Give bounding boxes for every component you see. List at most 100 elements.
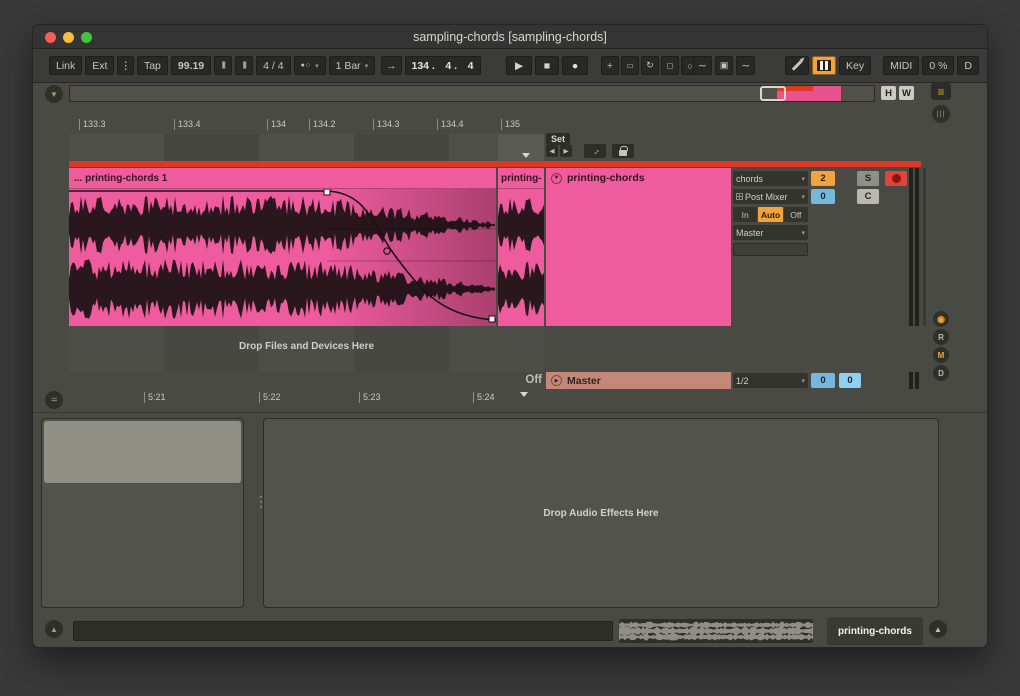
- groove-quantize-menu[interactable]: 1 Bar ▾: [329, 56, 376, 75]
- midi-map-button[interactable]: MIDI: [883, 56, 919, 75]
- optimize-width-button[interactable]: W: [899, 86, 914, 100]
- mixer-toggle[interactable]: M: [933, 347, 949, 363]
- zoom-button[interactable]: [81, 32, 92, 43]
- track-delay-field[interactable]: [733, 243, 808, 256]
- track-pan-value[interactable]: 0: [811, 189, 835, 204]
- monitor-auto-button[interactable]: Auto: [758, 207, 782, 222]
- ext-button[interactable]: Ext: [85, 56, 114, 75]
- vertical-scrollbar[interactable]: [923, 168, 926, 326]
- pencil-icon[interactable]: [785, 56, 809, 75]
- set-button[interactable]: Set: [546, 133, 570, 145]
- returns-toggle[interactable]: R: [933, 329, 949, 345]
- clip-info-box: [44, 421, 241, 483]
- time-signature-field[interactable]: 4 / 4: [256, 56, 290, 75]
- stop-button[interactable]: ■: [535, 56, 559, 75]
- key-map-button[interactable]: Key: [839, 56, 871, 75]
- control-bar: Link Ext ⋮ Tap 99.19 |||| |||| 4 / 4 ●○ …: [33, 49, 987, 83]
- clip-view-panel[interactable]: [41, 418, 244, 608]
- output-chooser[interactable]: Master ▾: [733, 225, 808, 240]
- next-marker-button[interactable]: ▶: [560, 145, 572, 157]
- master-chooser[interactable]: 1/2 ▾: [733, 373, 808, 388]
- arrangement-overview[interactable]: [69, 85, 875, 102]
- track-drop-area[interactable]: Drop Files and Devices Here: [69, 326, 544, 372]
- automation-wave-icon[interactable]: ∼: [693, 56, 712, 75]
- io-toggle[interactable]: ◉: [933, 311, 949, 327]
- fold-arrangement-icon[interactable]: ▼: [45, 85, 63, 103]
- master-pan-value[interactable]: 0: [811, 373, 835, 388]
- ruler-tick: 135: [501, 119, 520, 130]
- play-button[interactable]: ▶: [506, 56, 532, 75]
- optimize-height-button[interactable]: H: [881, 86, 896, 100]
- clip-waveform-area: [69, 189, 496, 326]
- nudge-down-button[interactable]: ||||: [214, 56, 232, 75]
- app-window: sampling-chords [sampling-chords] Link E…: [32, 24, 988, 648]
- master-name: Master: [567, 375, 601, 387]
- clip-view-icon[interactable]: ▣: [715, 56, 734, 75]
- menu-icon[interactable]: ≡: [931, 83, 951, 100]
- midi-keyboard-icon[interactable]: [812, 56, 836, 75]
- window-titlebar: sampling-chords [sampling-chords]: [33, 25, 987, 49]
- quantize-menu[interactable]: ●○ ▾: [294, 56, 326, 75]
- volume-automation-curve[interactable]: [69, 189, 496, 326]
- monitor-in-button[interactable]: In: [733, 207, 757, 222]
- audio-clip[interactable]: printing-: [498, 168, 544, 326]
- add-track-button[interactable]: +: [601, 56, 619, 75]
- clip-overview-thumbnail[interactable]: [619, 619, 813, 643]
- curve-end-handle[interactable]: [489, 316, 495, 322]
- input-chooser[interactable]: chords ▾: [733, 171, 808, 186]
- envelope-wave-icon[interactable]: ∼: [736, 56, 755, 75]
- record-button[interactable]: ●: [562, 56, 588, 75]
- scrub-area[interactable]: [69, 134, 544, 161]
- set-controls: Set ◀ ▶ ↔: [546, 129, 746, 161]
- punch-button[interactable]: ◻: [661, 56, 679, 75]
- minimize-button[interactable]: [63, 32, 74, 43]
- track-activator[interactable]: 2: [811, 171, 835, 186]
- overview-viewport-handle[interactable]: [760, 86, 786, 101]
- tempo-section: Link Ext ⋮ Tap 99.19 |||| |||| 4 / 4 ●○ …: [49, 56, 375, 75]
- audio-clip[interactable]: ... printing-chords 1: [69, 168, 496, 326]
- lock-envelopes-button[interactable]: [612, 144, 634, 158]
- tempo-field[interactable]: 99.19: [171, 56, 211, 75]
- automation-lane-icon[interactable]: ≈: [45, 391, 63, 409]
- mixer-chooser[interactable]: Post Mixer ▾: [733, 189, 808, 204]
- device-drop-area[interactable]: Drop Audio Effects Here: [263, 418, 939, 608]
- io-bars-icon[interactable]: |||: [932, 105, 950, 123]
- time-ruler[interactable]: 5:21 5:22 5:23 5:24: [69, 390, 544, 406]
- record-range-bar[interactable]: [69, 161, 921, 167]
- beat-ruler[interactable]: 133.3 133.4 134 134.2 134.3 134.4 135: [69, 117, 544, 134]
- draw-mode-button[interactable]: ▭: [621, 56, 639, 75]
- triangle-down-icon: ▼: [554, 175, 560, 181]
- show-browser-icon[interactable]: ▲: [929, 620, 947, 638]
- status-display: [73, 621, 613, 641]
- tap-tempo-button[interactable]: Tap: [137, 56, 168, 75]
- master-play-icon[interactable]: ▶: [551, 375, 562, 386]
- show-info-icon[interactable]: ▲: [45, 620, 63, 638]
- record-dot-icon: [892, 174, 901, 183]
- ruler-tick: 133.4: [174, 119, 201, 130]
- thumbnail-waveform-svg: [619, 619, 813, 643]
- follow-button[interactable]: →: [381, 56, 402, 75]
- track-io-section: chords ▾ Post Mixer ▾ In Auto Off Master…: [733, 171, 808, 256]
- bars-icon: |||: [937, 111, 945, 118]
- clip-tab[interactable]: printing-chords: [827, 617, 923, 645]
- loop-button[interactable]: ↻: [641, 56, 659, 75]
- curve-node-handle[interactable]: [384, 248, 390, 254]
- master-volume-value[interactable]: 0: [839, 373, 861, 388]
- play-icon: ▶: [555, 378, 559, 384]
- solo-button[interactable]: S: [857, 171, 879, 186]
- nudge-up-button[interactable]: ||||: [235, 56, 253, 75]
- close-button[interactable]: [45, 32, 56, 43]
- track-header[interactable]: ▼ printing-chords: [546, 168, 731, 326]
- zoom-back-button[interactable]: ↔: [584, 144, 606, 158]
- master-track-header[interactable]: ▶ Master: [546, 372, 731, 389]
- monitor-off-button[interactable]: Off: [784, 207, 808, 222]
- delay-label: D: [938, 369, 944, 378]
- track-fold-icon[interactable]: ▼: [551, 173, 562, 184]
- arrangement-position-display[interactable]: 134 . 4 . 4: [405, 56, 481, 75]
- crossfade-button[interactable]: C: [857, 189, 879, 204]
- delay-toggle[interactable]: D: [933, 365, 949, 381]
- link-button[interactable]: Link: [49, 56, 82, 75]
- curve-start-handle[interactable]: [324, 189, 330, 195]
- prev-marker-button[interactable]: ◀: [546, 145, 558, 157]
- arm-record-button[interactable]: [885, 171, 907, 186]
